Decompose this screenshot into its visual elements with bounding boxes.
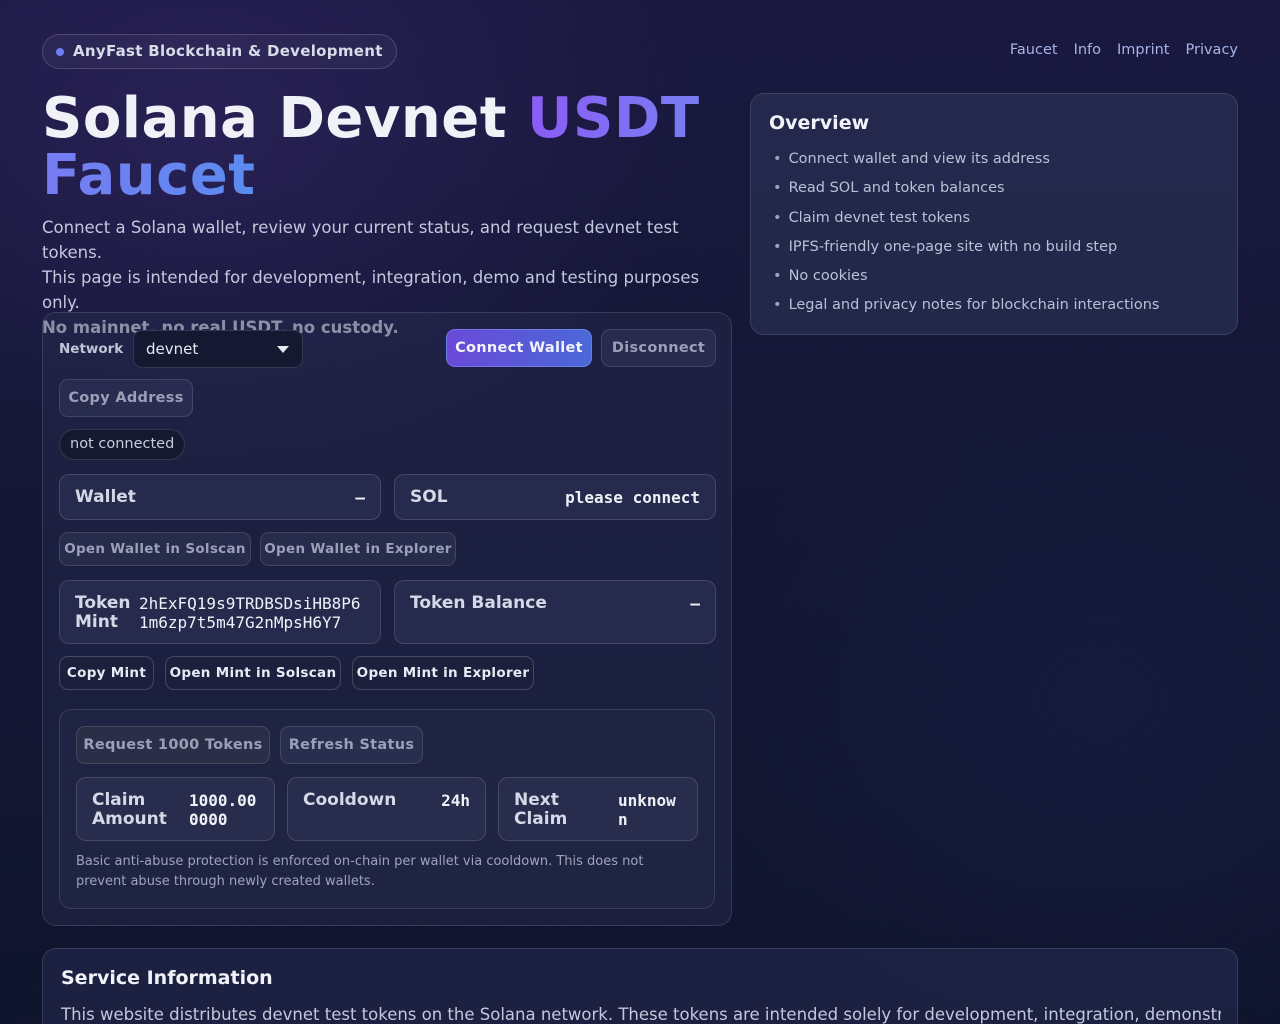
token-mint-card: Token Mint 2hExFQ19s9TRDBSDsiHB8P6 1m6zp… <box>59 580 381 644</box>
network-label: Network <box>59 341 124 357</box>
open-mint-explorer-button[interactable]: Open Mint in Explorer <box>352 656 534 690</box>
token-mint-label-line-1: Token <box>75 593 131 613</box>
copy-address-button[interactable]: Copy Address <box>59 379 193 417</box>
brand-badge: AnyFast Blockchain & Development <box>42 34 397 69</box>
page-title: Solana Devnet USDT Faucet <box>42 90 742 204</box>
open-wallet-solscan-button[interactable]: Open Wallet in Solscan <box>59 532 251 566</box>
connect-wallet-button[interactable]: Connect Wallet <box>446 329 592 367</box>
cooldown-value: 24h <box>441 791 470 810</box>
list-item: Read SOL and token balances <box>773 178 1159 207</box>
intro-line-2: This page is intended for development, i… <box>42 268 700 312</box>
next-claim-label-line-2: Claim <box>514 809 568 829</box>
claim-amount-value-line-1: 1000.00 <box>189 791 257 810</box>
top-nav: Faucet Info Imprint Privacy <box>1010 42 1238 58</box>
nav-privacy[interactable]: Privacy <box>1186 42 1239 58</box>
open-wallet-explorer-button[interactable]: Open Wallet in Explorer <box>260 532 456 566</box>
wallet-card: Wallet – <box>59 474 381 520</box>
faucet-panel: Network devnet Connect Wallet Disconnect… <box>42 312 732 926</box>
claim-amount-card: Claim Amount 1000.00 0000 <box>76 777 275 841</box>
refresh-status-button[interactable]: Refresh Status <box>280 726 423 764</box>
sol-value: please connect <box>565 488 700 507</box>
wallet-value: – <box>355 488 365 507</box>
token-balance-label: Token Balance <box>410 593 547 613</box>
list-item: No cookies <box>773 266 1159 295</box>
connection-status-badge: not connected <box>59 429 186 460</box>
nav-faucet[interactable]: Faucet <box>1010 42 1058 58</box>
claim-amount-value-line-2: 0000 <box>189 810 228 829</box>
service-info-text: This website distributes devnet test tok… <box>61 1005 1221 1024</box>
overview-title: Overview <box>769 112 870 134</box>
list-item: Connect wallet and view its address <box>773 149 1159 178</box>
next-claim-label-line-1: Next <box>514 790 559 810</box>
copy-mint-button[interactable]: Copy Mint <box>59 656 154 690</box>
claim-panel: Request 1000 Tokens Refresh Status Claim… <box>59 709 715 909</box>
next-claim-value-line-2: n <box>618 810 628 829</box>
next-claim-value-line-1: unknow <box>618 791 676 810</box>
list-item: IPFS-friendly one-page site with no buil… <box>773 237 1159 266</box>
chevron-down-icon <box>277 346 289 353</box>
service-info-panel: Service Information This website distrib… <box>42 948 1238 1024</box>
next-claim-card: Next Claim unknow n <box>498 777 698 841</box>
token-balance-value: – <box>690 594 700 613</box>
cooldown-card: Cooldown 24h <box>287 777 486 841</box>
nav-info[interactable]: Info <box>1074 42 1101 58</box>
cooldown-label: Cooldown <box>303 790 397 810</box>
token-mint-value-line-1: 2hExFQ19s9TRDBSDsiHB8P6 <box>139 594 361 613</box>
sol-balance-card: SOL please connect <box>394 474 716 520</box>
nav-imprint[interactable]: Imprint <box>1117 42 1169 58</box>
brand-dot-icon <box>56 48 64 56</box>
service-info-title: Service Information <box>61 967 273 989</box>
anti-abuse-note: Basic anti-abuse protection is enforced … <box>76 854 644 889</box>
network-select-value: devnet <box>146 340 199 358</box>
claim-amount-label-line-1: Claim <box>92 790 146 810</box>
token-balance-card: Token Balance – <box>394 580 716 644</box>
list-item: Legal and privacy notes for blockchain i… <box>773 295 1160 324</box>
open-mint-solscan-button[interactable]: Open Mint in Solscan <box>165 656 341 690</box>
page-title-main: Solana Devnet <box>42 86 528 151</box>
token-mint-label-line-2: Mint <box>75 612 118 632</box>
wallet-label: Wallet <box>75 487 136 507</box>
list-item: Claim devnet test tokens <box>773 208 1159 237</box>
claim-amount-label-line-2: Amount <box>92 809 167 829</box>
brand-name: AnyFast Blockchain & Development <box>73 42 383 60</box>
disconnect-button[interactable]: Disconnect <box>601 329 716 367</box>
network-select[interactable]: devnet <box>133 330 303 368</box>
overview-panel: Overview Connect wallet and view its add… <box>750 93 1238 335</box>
intro-line-1: Connect a Solana wallet, review your cur… <box>42 218 679 262</box>
token-mint-value-line-2: 1m6zp7t5m47G2nMpsH6Y7 <box>139 613 342 632</box>
request-tokens-button[interactable]: Request 1000 Tokens <box>76 726 270 764</box>
sol-label: SOL <box>410 487 448 507</box>
overview-list: Connect wallet and view its address Read… <box>773 149 1160 325</box>
